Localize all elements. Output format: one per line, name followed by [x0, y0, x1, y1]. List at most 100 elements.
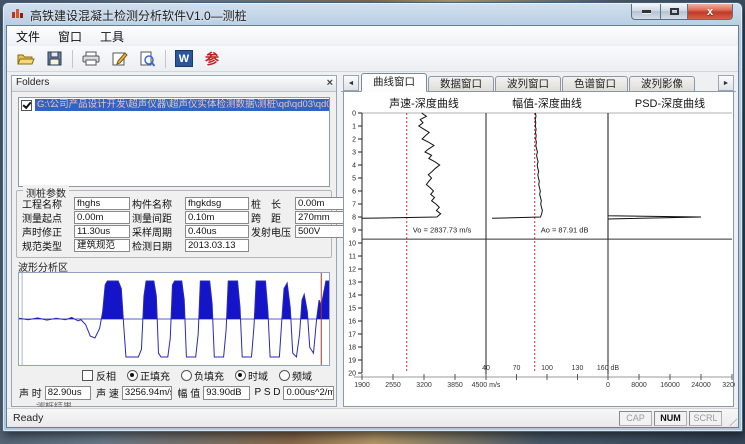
- param-label: 发射电压: [251, 224, 293, 239]
- svg-text:0: 0: [352, 111, 356, 118]
- view-domain-radio-icon[interactable]: [279, 370, 290, 381]
- app-window: 高铁建设混凝土检测分析软件V1.0—测桩 x 文件 窗口 工具: [2, 2, 743, 432]
- svg-text:5: 5: [352, 176, 356, 183]
- param-field[interactable]: fhgkdsg: [185, 197, 249, 210]
- folders-pane-close-icon[interactable]: ×: [327, 76, 333, 90]
- status-indicator-cap: CAP: [619, 411, 652, 426]
- invert-checkbox[interactable]: [82, 370, 93, 381]
- svg-text:20: 20: [348, 371, 356, 378]
- toolbar-separator: [72, 50, 73, 68]
- param-field[interactable]: 建筑规范: [74, 239, 130, 252]
- maximize-button[interactable]: [660, 4, 688, 20]
- param-field[interactable]: 2013.03.13: [185, 239, 249, 252]
- readouts-row: 声 时82.90us声 速3256.94m/s幅 值93.90dBP S D0.…: [14, 385, 334, 400]
- view-domain-radio-icon[interactable]: [235, 370, 246, 381]
- svg-text:4500 m/s: 4500 m/s: [472, 382, 501, 389]
- client-area: 文件 窗口 工具: [6, 25, 739, 428]
- radio-fill-mode-0[interactable]: 正填充: [127, 368, 170, 383]
- fill-mode-radio-icon[interactable]: [127, 370, 138, 381]
- svg-text:18: 18: [348, 345, 356, 352]
- workspace: Folders × G:\公司产品设计开发\超声仪器\超声仪实体检测数据\测桩\…: [7, 72, 738, 409]
- desktop-background: 高铁建设混凝土检测分析软件V1.0—测桩 x 文件 窗口 工具: [0, 0, 745, 444]
- tab-wave-image[interactable]: 波列影像: [629, 76, 695, 92]
- radio-view-domain-1[interactable]: 频域: [279, 368, 312, 383]
- param-field[interactable]: 0.40us: [185, 225, 249, 238]
- svg-text:4: 4: [352, 163, 356, 170]
- svg-text:6: 6: [352, 189, 356, 196]
- param-field[interactable]: 0.10m: [185, 211, 249, 224]
- readout-field-3[interactable]: 0.00us^2/m: [283, 386, 334, 400]
- menu-tools[interactable]: 工具: [91, 26, 133, 47]
- svg-text:16000: 16000: [660, 382, 680, 389]
- clipped-text: 测桩结果: [36, 402, 72, 407]
- tab-curve-window[interactable]: 曲线窗口: [361, 73, 427, 92]
- radio-view-domain-0[interactable]: 时域: [235, 368, 268, 383]
- depth-curves-svg: 0123456789101112131415161718192019002550…: [344, 109, 735, 405]
- save-button[interactable]: [41, 47, 67, 71]
- readout-field-1[interactable]: 3256.94m/s: [122, 386, 173, 400]
- fill-mode-radio-icon[interactable]: [181, 370, 192, 381]
- title-bar[interactable]: 高铁建设混凝土检测分析软件V1.0—测桩 x: [3, 3, 742, 25]
- toolbar: W 参: [7, 46, 738, 72]
- menu-bar: 文件 窗口 工具: [7, 26, 738, 47]
- radio-fill-mode-1[interactable]: 负填充: [181, 368, 224, 383]
- svg-text:Ao = 87.91 dB: Ao = 87.91 dB: [541, 226, 589, 235]
- menu-window[interactable]: 窗口: [49, 26, 91, 47]
- menu-file[interactable]: 文件: [7, 26, 49, 47]
- param-label: 采样周期: [132, 224, 183, 239]
- readout-label-3: P S D: [255, 387, 281, 398]
- window-title: 高铁建设混凝土检测分析软件V1.0—测桩: [30, 7, 247, 24]
- tab-scroll-right-button[interactable]: ►: [718, 75, 734, 91]
- svg-text:1: 1: [352, 124, 356, 131]
- print-preview-button[interactable]: [134, 47, 160, 71]
- pile-params-grid: 工程名称fhghs构件名称fhgkdsg桩 长0.00m测量起点0.00m测量间…: [22, 196, 328, 252]
- folders-listbox[interactable]: G:\公司产品设计开发\超声仪器\超声仪实体检测数据\测桩\qd\qd03\qd…: [18, 97, 330, 187]
- open-file-button[interactable]: [13, 47, 39, 71]
- tab-wavelist-window[interactable]: 波列窗口: [495, 76, 561, 92]
- svg-text:0: 0: [606, 382, 610, 389]
- svg-text:130: 130: [572, 365, 584, 372]
- word-export-button[interactable]: W: [171, 47, 197, 71]
- fill-mode-radio-label: 负填充: [194, 368, 224, 383]
- folder-checkbox[interactable]: [21, 100, 32, 111]
- readout-field-0[interactable]: 82.90us: [45, 386, 91, 400]
- print-icon: [82, 51, 100, 66]
- svg-text:24000: 24000: [691, 382, 711, 389]
- folders-pane-caption[interactable]: Folders ×: [12, 76, 336, 92]
- folder-path-label: G:\公司产品设计开发\超声仪器\超声仪实体检测数据\测桩\qd\qd03\qd…: [35, 99, 329, 111]
- waveform-plot[interactable]: [18, 272, 330, 366]
- toolbar-separator: [165, 50, 166, 68]
- param-label: 规范类型: [22, 238, 72, 253]
- curve-window: 声速-深度曲线 幅值-深度曲线 PSD-深度曲线 012345678910111…: [343, 91, 734, 407]
- status-text: Ready: [13, 412, 43, 424]
- svg-text:12: 12: [348, 267, 356, 274]
- readout-field-2[interactable]: 93.90dB: [203, 386, 249, 400]
- svg-text:2: 2: [352, 137, 356, 144]
- waveform-svg: [19, 273, 329, 365]
- svg-text:11: 11: [349, 254, 356, 261]
- tab-spectrum-window[interactable]: 色谱窗口: [562, 76, 628, 92]
- folder-item[interactable]: G:\公司产品设计开发\超声仪器\超声仪实体检测数据\测桩\qd\qd03\qd…: [19, 98, 329, 112]
- svg-text:Vo = 2837.73 m/s: Vo = 2837.73 m/s: [413, 226, 472, 235]
- close-icon: x: [707, 6, 713, 18]
- tab-bar: ◄ 曲线窗口数据窗口波列窗口色谱窗口波列影像 ►: [341, 74, 736, 92]
- parameters-button[interactable]: 参: [199, 47, 225, 71]
- minimize-button[interactable]: [631, 4, 660, 20]
- folders-pane-title: Folders: [16, 77, 49, 88]
- print-button[interactable]: [78, 47, 104, 71]
- close-button[interactable]: x: [688, 4, 733, 20]
- param-field[interactable]: fhghs: [74, 197, 130, 210]
- param-label: 跨 距: [251, 210, 293, 225]
- tab-data-window[interactable]: 数据窗口: [428, 76, 494, 92]
- param-field[interactable]: 0.00m: [74, 211, 130, 224]
- param-field[interactable]: 11.30us: [74, 225, 130, 238]
- invert-checkbox-control[interactable]: 反相: [80, 368, 116, 383]
- view-domain-radio-label: 时域: [248, 368, 268, 383]
- print-setup-button[interactable]: [106, 47, 132, 71]
- param-label: 声时修正: [22, 224, 72, 239]
- tab-scroll-left-button[interactable]: ◄: [343, 75, 359, 91]
- print-setup-icon: [111, 51, 128, 67]
- status-indicators: CAPNUMSCRL: [617, 411, 722, 426]
- resize-grip[interactable]: [724, 413, 737, 426]
- svg-text:100: 100: [541, 365, 553, 372]
